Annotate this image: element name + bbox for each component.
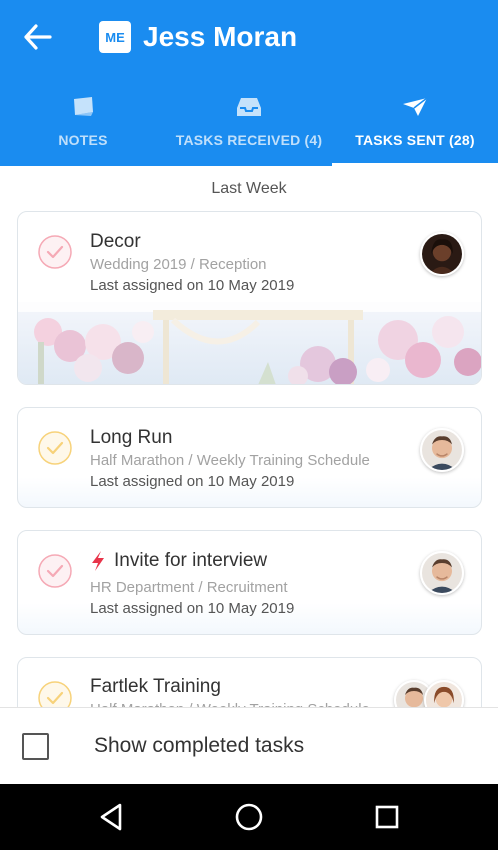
task-title: Decor <box>90 231 141 252</box>
recents-square-icon[interactable] <box>371 801 403 833</box>
system-nav-bar <box>0 784 498 850</box>
task-assigned-date: Last assigned on 10 May 2019 <box>90 473 295 490</box>
back-arrow-icon[interactable] <box>22 22 54 52</box>
page-title: Jess Moran <box>143 21 298 52</box>
back-triangle-icon[interactable] <box>95 801 127 833</box>
wedding-decor-image <box>18 302 481 384</box>
task-assigned-date: Last assigned on 10 May 2019 <box>90 600 295 617</box>
app-bar: ME Jess Moran NOTES TASKS RECEIVED (4) T… <box>0 0 498 166</box>
inbox-tray-icon <box>236 96 262 118</box>
task-card[interactable]: Invite for interview HR Department / Rec… <box>17 530 482 635</box>
me-badge: ME <box>99 21 131 53</box>
task-path: Wedding 2019 / Reception <box>90 256 267 273</box>
home-circle-icon[interactable] <box>233 801 265 833</box>
task-card[interactable]: Long Run Half Marathon / Weekly Training… <box>17 407 482 508</box>
task-assigned-date: Last assigned on 10 May 2019 <box>90 277 295 294</box>
task-title: Invite for interview <box>114 550 268 571</box>
task-card[interactable]: Decor Wedding 2019 / Reception Last assi… <box>17 211 482 385</box>
tab-notes-label: NOTES <box>58 132 108 148</box>
task-path: Half Marathon / Weekly Training Schedule <box>90 452 370 469</box>
paper-plane-icon <box>402 96 428 118</box>
show-completed-label[interactable]: Show completed tasks <box>94 734 304 758</box>
notes-icon <box>70 96 96 118</box>
lightning-icon <box>90 550 106 572</box>
check-circle-icon[interactable] <box>38 235 72 269</box>
tab-tasks-sent-label: TASKS SENT (28) <box>355 132 475 148</box>
task-path: HR Department / Recruitment <box>90 579 288 596</box>
tab-notes[interactable]: NOTES <box>0 86 166 166</box>
tab-bar: NOTES TASKS RECEIVED (4) TASKS SENT (28) <box>0 86 498 166</box>
section-heading: Last Week <box>211 180 287 197</box>
tab-tasks-received-label: TASKS RECEIVED (4) <box>175 132 323 148</box>
task-title: Long Run <box>90 427 173 448</box>
show-completed-bar: Show completed tasks <box>0 707 498 784</box>
man-avatar <box>420 428 464 472</box>
check-circle-icon[interactable] <box>38 431 72 465</box>
show-completed-checkbox[interactable] <box>22 733 49 760</box>
tab-tasks-sent[interactable]: TASKS SENT (28) <box>332 86 498 166</box>
task-title: Fartlek Training <box>90 676 221 697</box>
man-avatar <box>420 551 464 595</box>
tab-tasks-received[interactable]: TASKS RECEIVED (4) <box>166 86 332 166</box>
check-circle-icon[interactable] <box>38 554 72 588</box>
active-tab-indicator <box>332 163 498 166</box>
woman-avatar <box>420 232 464 276</box>
